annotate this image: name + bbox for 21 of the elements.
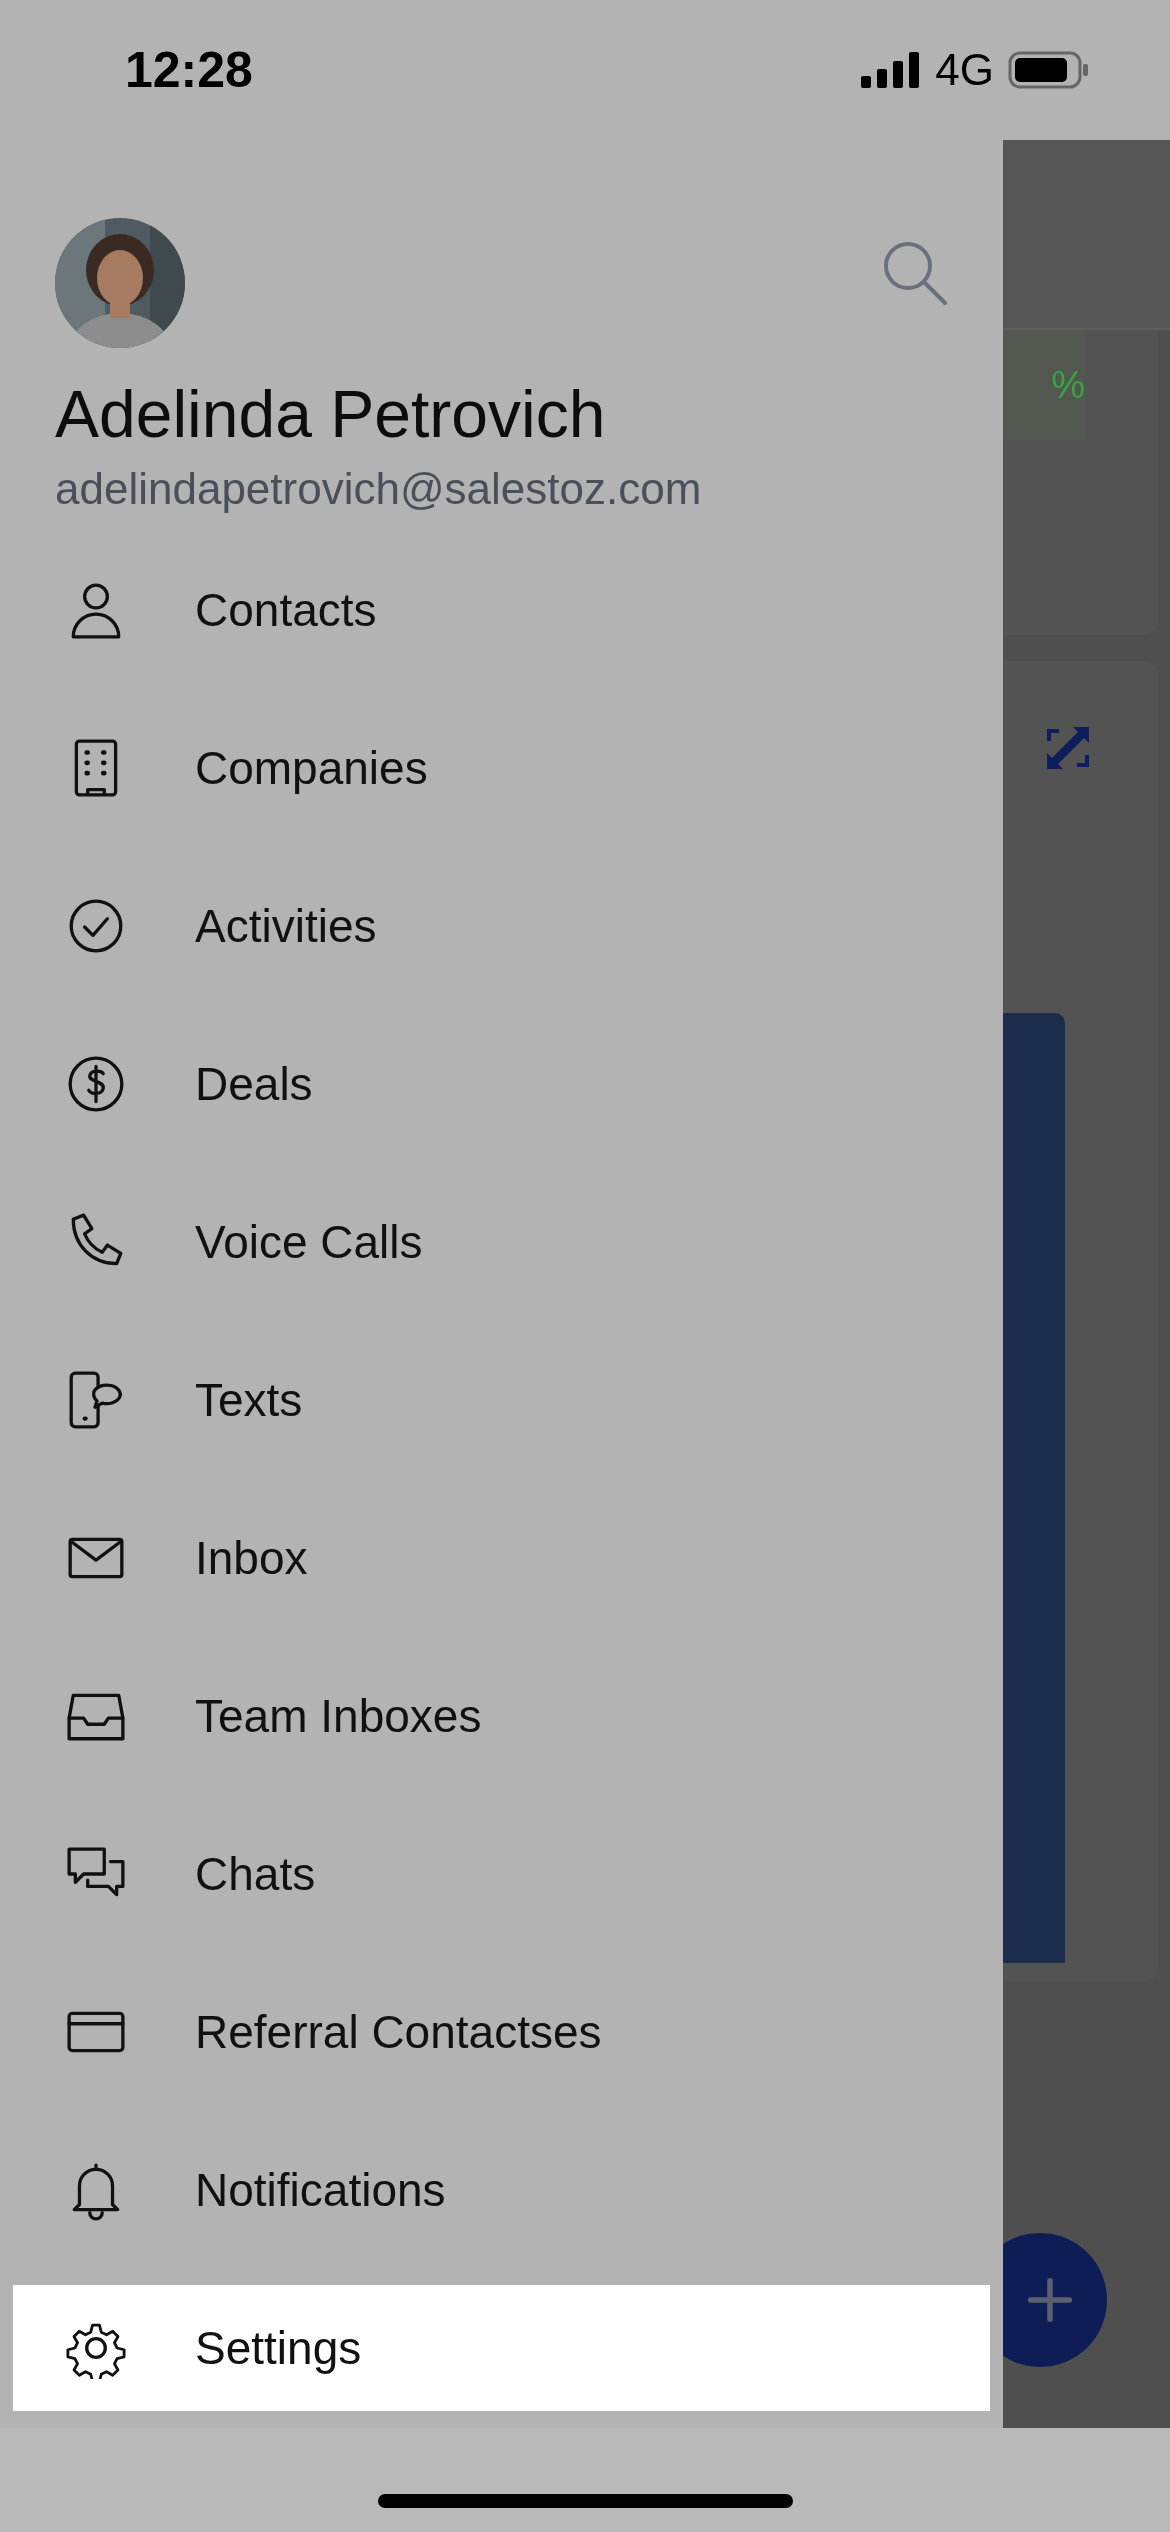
menu-item[interactable]: Settings: [13, 2285, 990, 2411]
menu-item[interactable]: Texts: [13, 1337, 990, 1463]
plus-icon: [1027, 2277, 1073, 2323]
menu-item[interactable]: Referral Contactses: [13, 1969, 990, 2095]
user-email: adelindapetrovich@salestoz.com: [55, 464, 703, 514]
battery-icon: [1008, 51, 1090, 89]
menu-item[interactable]: Voice Calls: [13, 1179, 990, 1305]
menu-item[interactable]: Team Inboxes: [13, 1653, 990, 1779]
search-icon[interactable]: [882, 240, 948, 306]
user-name: Adelinda Petrovich: [55, 376, 607, 452]
menu-item[interactable]: Contacts: [13, 547, 990, 673]
percent-badge: %: [1003, 330, 1085, 440]
menu-item[interactable]: Inbox: [13, 1495, 990, 1621]
menu-item[interactable]: Notifications: [13, 2127, 990, 2253]
menu-item[interactable]: Chats: [13, 1811, 990, 1937]
signal-icon: [861, 52, 922, 88]
network-label: 4G: [935, 45, 994, 95]
status-time: 12:28: [125, 41, 253, 99]
menu-item[interactable]: Deals: [13, 1021, 990, 1147]
menu-item[interactable]: Activities: [13, 863, 990, 989]
menu-item[interactable]: Companies: [13, 705, 990, 831]
